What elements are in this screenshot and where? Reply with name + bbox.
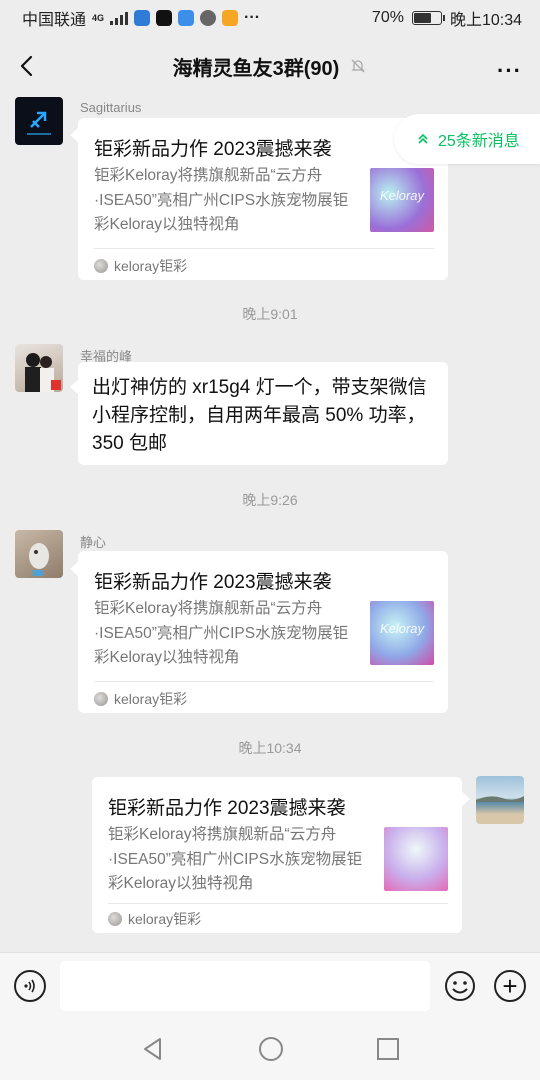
cloud-app-icon <box>178 10 195 26</box>
avatar[interactable] <box>15 344 63 392</box>
card-title: 钜彩新品力作 2023震撼来袭 <box>108 798 346 819</box>
pet-photo <box>29 543 49 576</box>
sound-wave-icon <box>24 979 35 993</box>
double-chevron-up-icon <box>418 133 428 144</box>
timestamp: 晚上10:34 <box>238 740 302 756</box>
card-source: keloray钜彩 <box>94 689 187 709</box>
status-bar: 中国联通 4G ··· 70% 晚上10:34 <box>0 0 540 36</box>
bubble-tail <box>70 128 78 142</box>
source-icon <box>94 259 108 273</box>
card-thumbnail: Keloray <box>370 601 434 665</box>
card-description: 钜彩Keloray将携旗舰新品“云方舟·ISEA50”亮相广州CIPS水族宠物展… <box>94 167 349 233</box>
network-label: 4G <box>92 12 105 23</box>
source-icon <box>94 692 108 706</box>
orange-app-icon <box>222 10 239 26</box>
carrier-label: 中国联通 <box>22 12 87 29</box>
bubble-tail <box>70 562 78 576</box>
source-label: keloray钜彩 <box>114 258 188 274</box>
bubble-tail <box>70 380 78 394</box>
signal-icon <box>110 11 129 25</box>
card-divider <box>94 681 434 682</box>
more-notifications-icon: ··· <box>244 9 261 26</box>
card-source: keloray钜彩 <box>94 256 187 276</box>
card-thumbnail: Keloray <box>370 168 434 232</box>
chat-header: 海精灵鱼友3群(90) ··· <box>0 36 540 96</box>
home-circle-icon[interactable] <box>258 1036 284 1062</box>
chat-title: 海精灵鱼友3群(90) <box>173 52 368 81</box>
input-bar: + <box>0 952 540 1018</box>
card-source: keloray钜彩 <box>108 909 201 929</box>
thumbnail-logo: Keloray <box>379 188 425 203</box>
text-message[interactable]: 出灯神仿的 xr15g4 灯一个，带支架微信小程序控制，自用两年最高 50% 功… <box>78 362 448 465</box>
emoji-icon[interactable] <box>444 970 476 1002</box>
card-description: 钜彩Keloray将携旗舰新品“云方舟·ISEA50”亮相广州CIPS水族宠物展… <box>94 600 349 666</box>
tiktok-app-icon <box>156 10 173 26</box>
group-name: 海精灵鱼友3群(90) <box>172 57 340 80</box>
clock: 晚上10:34 <box>449 12 522 29</box>
chat-messages[interactable]: Sagittarius 钜彩新品力作 2023震撼来袭 钜彩Keloray将携旗… <box>0 96 540 952</box>
couple-photo <box>25 353 61 392</box>
timestamp: 晚上9:01 <box>242 306 298 322</box>
more-options-icon[interactable]: ··· <box>497 58 522 84</box>
avatar[interactable] <box>15 530 63 578</box>
bubble-tail <box>462 792 470 806</box>
beach-photo <box>476 796 524 802</box>
link-card[interactable]: 钜彩新品力作 2023震撼来袭 钜彩Keloray将携旗舰新品“云方舟·ISEA… <box>92 777 462 933</box>
card-divider <box>94 248 434 249</box>
card-divider <box>108 903 448 904</box>
thumbnail-logo: Keloray <box>379 621 425 636</box>
my-avatar[interactable] <box>476 776 524 824</box>
source-label: keloray钜彩 <box>114 691 188 707</box>
back-triangle-icon[interactable] <box>140 1036 166 1062</box>
timestamp: 晚上9:26 <box>242 492 298 508</box>
new-messages-button[interactable]: 25条新消息 <box>394 114 540 164</box>
card-title: 钜彩新品力作 2023震撼来袭 <box>94 572 332 593</box>
battery-percent: 70% <box>371 9 404 26</box>
sagittarius-icon <box>27 111 51 135</box>
message-input[interactable] <box>60 961 430 1011</box>
card-thumbnail <box>384 827 448 891</box>
avatar[interactable] <box>15 97 63 145</box>
card-title: 钜彩新品力作 2023震撼来袭 <box>94 139 332 160</box>
recents-square-icon[interactable] <box>376 1037 400 1061</box>
back-arrow-icon[interactable] <box>14 52 42 80</box>
shield-app-icon <box>134 10 151 26</box>
sender-name: Sagittarius <box>80 100 142 115</box>
source-icon <box>108 912 122 926</box>
battery-icon <box>411 11 445 25</box>
link-card[interactable]: 钜彩新品力作 2023震撼来袭 钜彩Keloray将携旗舰新品“云方舟·ISEA… <box>78 118 448 280</box>
voice-input-icon[interactable] <box>14 970 46 1002</box>
card-description: 钜彩Keloray将携旗舰新品“云方舟·ISEA50”亮相广州CIPS水族宠物展… <box>108 826 363 892</box>
mute-bell-icon <box>351 59 365 73</box>
ball-app-icon <box>200 10 217 26</box>
link-card[interactable]: 钜彩新品力作 2023震撼来袭 钜彩Keloray将携旗舰新品“云方舟·ISEA… <box>78 551 448 713</box>
new-messages-label: 25条新消息 <box>438 133 520 150</box>
sender-name: 静心 <box>80 535 107 550</box>
source-label: keloray钜彩 <box>128 911 202 927</box>
system-navigation-bar <box>0 1018 540 1080</box>
add-attachment-icon[interactable]: + <box>494 970 526 1002</box>
